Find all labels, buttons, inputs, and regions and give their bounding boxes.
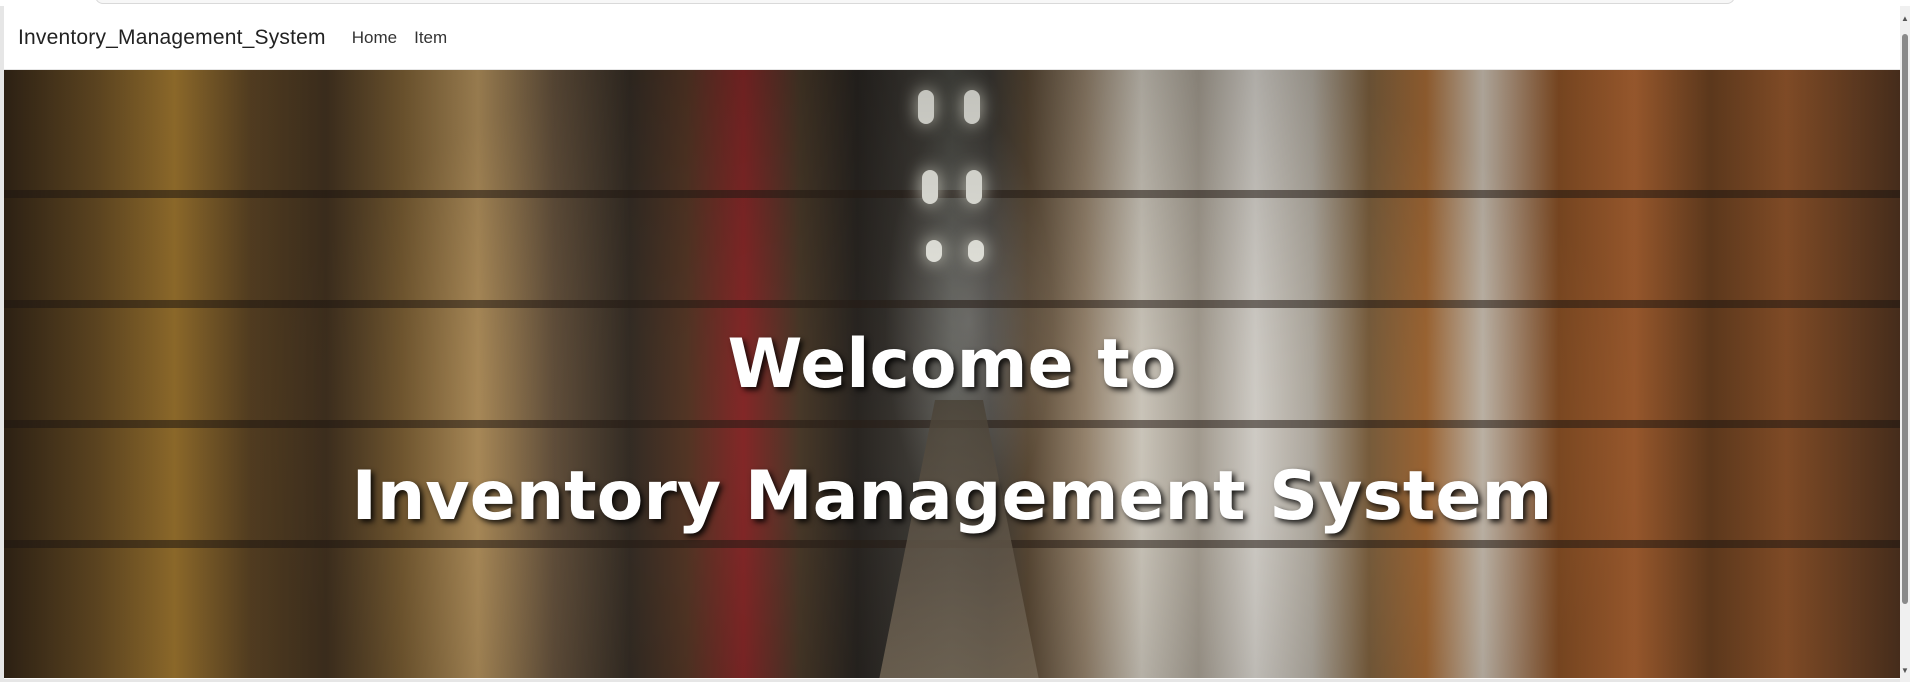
hero-heading: Welcome to Inventory Management System: [4, 70, 1900, 678]
navbar: Inventory_Management_System Home Item: [4, 6, 1900, 70]
nav-link-item[interactable]: Item: [414, 28, 447, 48]
navbar-brand[interactable]: Inventory_Management_System: [18, 26, 326, 50]
hero-section: Welcome to Inventory Management System: [4, 70, 1900, 678]
vertical-scrollbar[interactable]: ▲ ▼: [1900, 6, 1910, 682]
nav-link-home[interactable]: Home: [352, 28, 397, 48]
hero-title-line: Inventory Management System: [351, 457, 1553, 536]
scrollbar-thumb[interactable]: [1902, 34, 1908, 604]
hero-welcome-line: Welcome to: [727, 325, 1177, 404]
scroll-up-icon[interactable]: ▲: [1900, 12, 1910, 26]
scroll-down-icon[interactable]: ▼: [1900, 664, 1910, 678]
browser-address-pill: [95, 0, 1735, 4]
